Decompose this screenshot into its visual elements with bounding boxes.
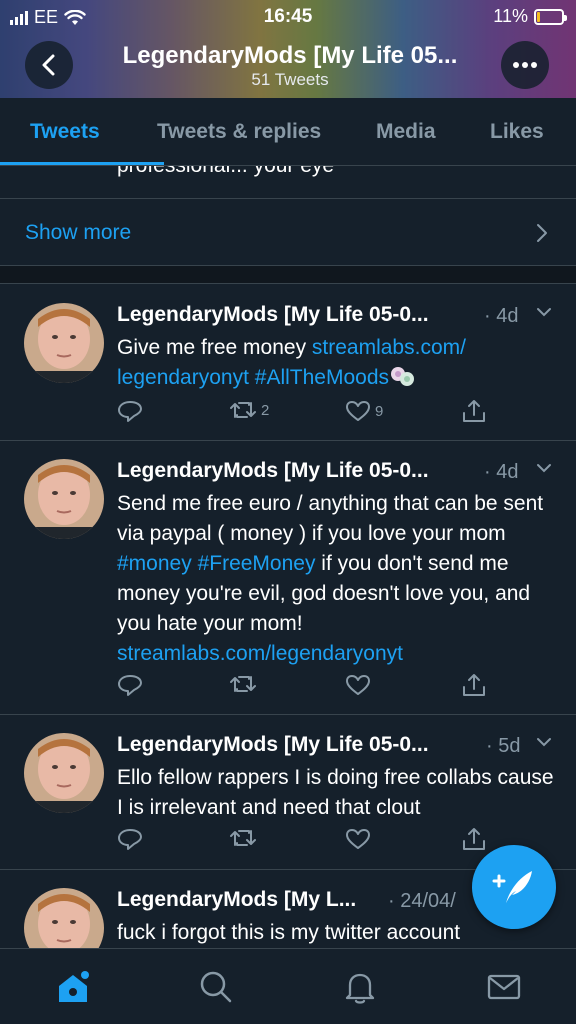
profile-tabs: Tweets Tweets & replies Media Likes [0,98,576,166]
tweet-text-plain: Give me free money [117,336,312,359]
retweet-icon [230,402,256,418]
reply-button[interactable] [117,827,143,851]
tweet[interactable]: LegendaryMods [My Life 05-0... · 4d Give… [0,285,576,441]
status-time: 16:45 [263,6,313,27]
compose-feather-icon [492,871,532,903]
more-button[interactable] [501,41,549,89]
tweet[interactable]: LegendaryMods [My Life 05-0... · 4d Send… [0,441,576,715]
reply-button[interactable] [117,673,143,697]
share-button[interactable] [461,399,487,423]
chevron-down-icon[interactable] [536,737,552,747]
retweet-button[interactable] [229,827,257,849]
tweet[interactable]: LegendaryMods [My Life 05-0... · 5d Ello… [0,715,576,870]
show-more-label: Show more [25,221,132,244]
tweet-text: Send me free euro / anything that can be… [117,489,557,669]
ellipsis-icon [513,62,537,68]
tweet-time: · 4d [484,305,519,327]
reply-icon [118,401,142,422]
tweet-actions: 2 9 [117,399,497,427]
retweet-count: 2 [261,401,270,419]
reply-icon [118,675,142,696]
tweet-author-name[interactable]: LegendaryMods [My Life 05-0... [117,459,429,483]
share-button[interactable] [461,827,487,851]
status-bar: EE 16:45 11% [0,0,576,34]
reply-icon [118,829,142,850]
tweet-text-plain: Send me free euro / anything that can be… [117,492,544,545]
share-icon [463,674,485,696]
chevron-right-icon [537,224,547,242]
nav-home[interactable] [55,969,91,1005]
like-count: 9 [375,402,384,420]
active-tab-indicator [0,162,164,165]
heart-icon [346,401,370,421]
show-more-row[interactable]: Show more [0,198,576,266]
tweet-hashtag[interactable]: #AllTheMoods [249,366,389,389]
nav-messages[interactable] [486,969,522,1005]
tab-media[interactable]: Media [376,120,436,144]
chevron-down-icon[interactable] [536,463,552,473]
avatar[interactable] [24,888,104,948]
bell-icon [345,973,375,1004]
tweet-count: 51 Tweets [251,70,329,89]
heart-icon [346,675,370,695]
tweet-link[interactable]: streamlabs.com/legendaryonyt [117,642,403,665]
mail-icon [487,974,521,1000]
avatar[interactable] [24,459,104,539]
compose-tweet-button[interactable] [472,845,556,929]
tab-likes[interactable]: Likes [490,120,544,144]
tweet-time: · 24/04/ [388,890,456,912]
tweet-time: · 4d [484,461,519,483]
like-button[interactable]: 9 [345,399,383,423]
share-icon [463,400,485,422]
bottom-tab-bar [0,948,576,1024]
tweet-author-name[interactable]: LegendaryMods [My L... [117,888,356,912]
nav-notifications[interactable] [342,969,378,1005]
tweet-text: Ello fellow rappers I is doing free coll… [117,766,554,819]
tweet-hashtag[interactable]: #money [117,552,192,575]
section-gap [0,266,576,284]
tab-tweets-replies[interactable]: Tweets & replies [157,120,321,144]
share-button[interactable] [461,673,487,697]
sticker-emoji-icon [391,367,415,386]
retweet-icon [230,676,256,692]
tweet-hashtag[interactable]: #FreeMoney [198,552,316,575]
nav-search[interactable] [198,969,234,1005]
status-right: 11% [493,6,567,27]
avatar[interactable] [24,303,104,383]
avatar[interactable] [24,733,104,813]
battery-percent: 11% [493,6,528,26]
header-title: LegendaryMods [My Life 05... [122,42,458,69]
retweet-button[interactable] [229,673,257,695]
heart-icon [346,829,370,849]
retweet-button[interactable]: 2 [229,399,269,421]
tweet-time: · 5d [486,735,521,757]
tweet-link[interactable]: streamlabs.com/ [312,336,466,359]
tweet-text: Give me free money streamlabs.com/ legen… [117,333,557,393]
profile-header: EE 16:45 11% LegendaryMods [My Life 05..… [0,0,576,98]
like-button[interactable] [345,673,371,697]
share-icon [463,828,485,850]
chevron-left-icon [42,54,55,76]
truncated-text: professional... your eye [117,166,334,178]
tweet-link[interactable]: legendaryonyt [117,366,249,389]
tweet-feed[interactable]: professional... your eye Show more Legen… [0,166,576,948]
battery-icon [534,8,567,25]
back-button[interactable] [25,41,73,89]
home-icon [59,971,89,1002]
retweet-icon [230,830,256,846]
tweet-actions [117,673,497,701]
reply-button[interactable] [117,399,143,423]
like-button[interactable] [345,827,371,851]
tweet-author-name[interactable]: LegendaryMods [My Life 05-0... [117,303,429,327]
tab-tweets[interactable]: Tweets [30,120,100,144]
search-icon [200,971,232,1003]
chevron-down-icon[interactable] [536,307,552,317]
tweet-actions [117,827,497,855]
tweet-author-name[interactable]: LegendaryMods [My Life 05-0... [117,733,429,757]
